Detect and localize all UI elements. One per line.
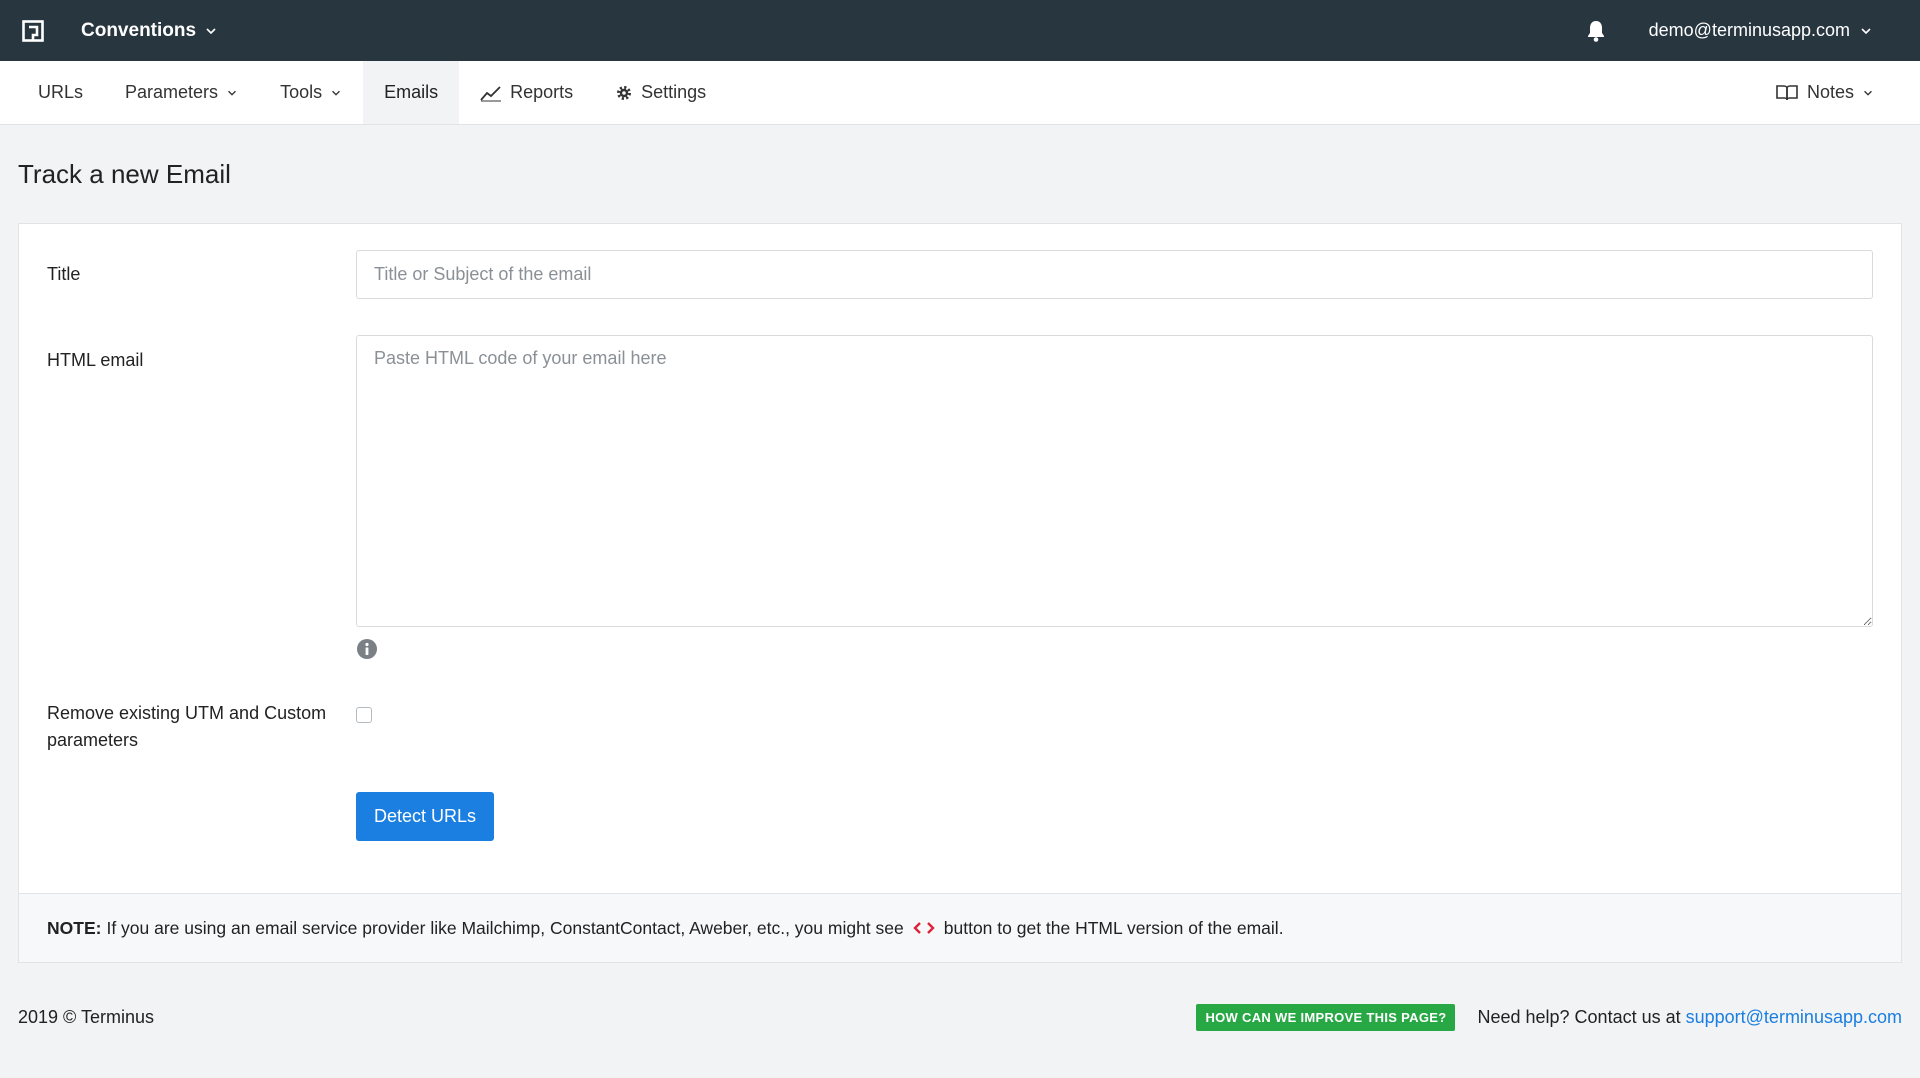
detect-urls-button[interactable]: Detect URLs	[356, 792, 495, 841]
nav-item-label: Reports	[510, 82, 574, 102]
notes-menu[interactable]: Notes	[1754, 61, 1920, 124]
note-bar: NOTE: If you are using an email service …	[19, 893, 1901, 962]
nav-item-settings[interactable]: Settings	[594, 61, 727, 124]
page-footer: 2019 © Terminus HOW CAN WE IMPROVE THIS …	[0, 963, 1920, 1071]
nav-item-label: Tools	[280, 82, 323, 102]
chevron-down-icon	[1864, 90, 1872, 96]
nav-item-emails[interactable]: Emails	[363, 61, 460, 124]
remove-params-control	[356, 700, 1873, 754]
html-email-label: HTML email	[47, 350, 144, 370]
improve-page-button[interactable]: HOW CAN WE IMPROVE THIS PAGE?	[1196, 1003, 1456, 1031]
html-email-row: HTML email	[47, 335, 1873, 660]
remove-params-checkbox[interactable]	[356, 707, 372, 723]
nav-item-label: Parameters	[125, 82, 219, 102]
gear-icon	[617, 85, 632, 100]
track-email-form-card: Title HTML email	[18, 223, 1902, 963]
copyright: 2019 © Terminus	[18, 1006, 155, 1027]
account-menu[interactable]: demo@terminusapp.com	[1649, 20, 1873, 41]
bell-icon[interactable]	[1583, 18, 1609, 44]
submit-row: Detect URLs	[47, 792, 1873, 841]
title-input[interactable]	[356, 250, 1873, 299]
nav-item-label: URLs	[38, 82, 84, 102]
remove-params-row: Remove existing UTM and Custom parameter…	[47, 700, 1873, 754]
note-text-after: button to get the HTML version of the em…	[943, 917, 1284, 938]
workspace-switcher[interactable]: Conventions	[81, 20, 218, 42]
page-title: Track a new Email	[18, 158, 231, 189]
nav-item-urls[interactable]: URLs	[17, 61, 104, 124]
nav-item-label: Settings	[641, 82, 707, 102]
help-text-wrap: Need help? Contact us at support@terminu…	[1477, 1007, 1902, 1028]
account-email: demo@terminusapp.com	[1648, 20, 1850, 40]
html-email-textarea[interactable]	[356, 335, 1873, 627]
nav-item-reports[interactable]: Reports	[459, 61, 594, 124]
info-icon[interactable]	[356, 638, 378, 660]
book-icon	[1776, 84, 1798, 100]
submit-control: Detect URLs	[356, 792, 1873, 841]
submit-spacer	[47, 792, 356, 841]
line-chart-icon	[480, 85, 502, 101]
top-bar: Conventions demo@terminusapp.com	[0, 0, 1920, 61]
note-prefix: NOTE:	[47, 917, 102, 938]
nav-item-tools[interactable]: Tools	[259, 61, 363, 124]
chevron-down-icon	[1861, 27, 1871, 34]
html-email-control	[356, 335, 1873, 660]
notes-label: Notes	[1806, 82, 1854, 102]
chevron-down-icon	[228, 90, 236, 96]
help-text: Need help? Contact us at	[1477, 1006, 1681, 1027]
remove-params-label: Remove existing UTM and Custom parameter…	[47, 703, 327, 750]
note-text-before: If you are using an email service provid…	[106, 917, 904, 938]
main-nav: URLs Parameters Tools Emails Reports Set…	[0, 61, 1920, 125]
terminus-logo-icon[interactable]	[22, 19, 44, 42]
title-label: Title	[47, 264, 81, 284]
title-row: Title	[47, 250, 1873, 299]
chevron-down-icon	[206, 27, 216, 34]
nav-item-label: Emails	[384, 82, 439, 102]
form-body: Title HTML email	[19, 224, 1901, 893]
code-icon	[912, 920, 936, 936]
support-email-link[interactable]: support@terminusapp.com	[1686, 1007, 1902, 1027]
main-content: Track a new Email Title HTML email	[0, 125, 1920, 963]
footer-right: HOW CAN WE IMPROVE THIS PAGE? Need help?…	[1196, 1003, 1902, 1031]
workspace-name: Conventions	[81, 19, 197, 41]
top-bar-right: demo@terminusapp.com	[1583, 0, 1920, 61]
chevron-down-icon	[332, 90, 341, 96]
title-control	[356, 250, 1873, 299]
nav-item-parameters[interactable]: Parameters	[104, 61, 259, 124]
